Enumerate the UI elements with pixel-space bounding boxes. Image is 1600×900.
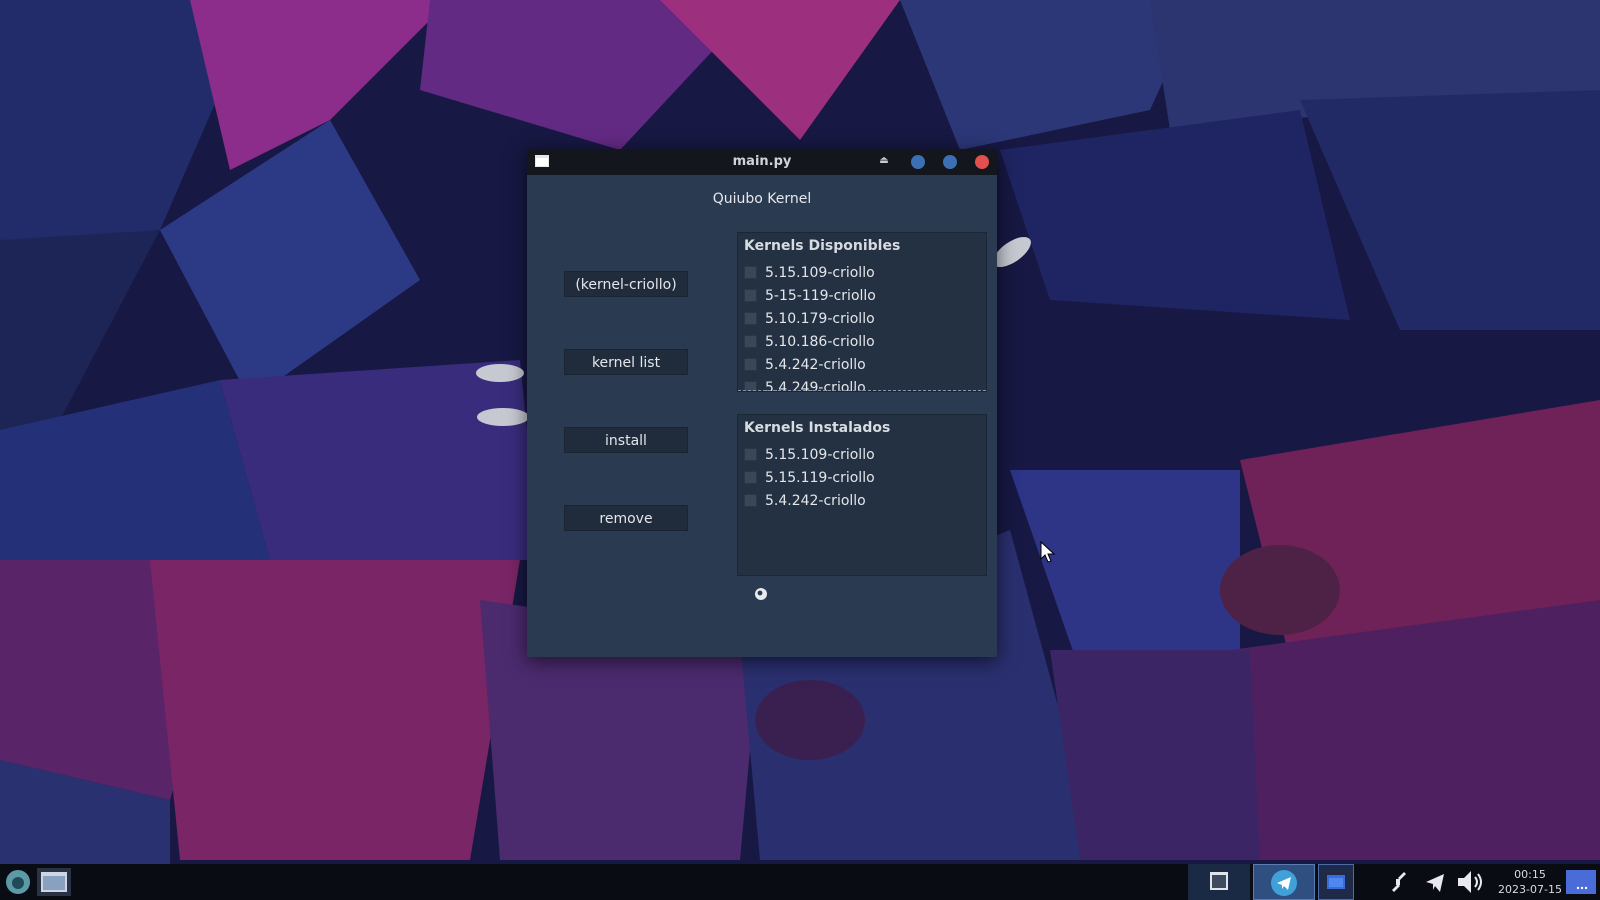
- installed-kernel-item[interactable]: 5.4.242-criollo: [744, 489, 980, 512]
- checkbox[interactable]: [744, 358, 757, 371]
- kernel-label: 5.15.119-criollo: [765, 469, 875, 486]
- checkbox[interactable]: [744, 448, 757, 461]
- available-kernel-item[interactable]: 5.4.242-criollo: [744, 353, 980, 376]
- install-button[interactable]: install: [564, 427, 688, 453]
- clock-date: 2023-07-15: [1498, 883, 1562, 896]
- kernel-label: 5.10.186-criollo: [765, 333, 875, 350]
- installed-kernels-title: Kernels Instalados: [744, 420, 891, 436]
- available-kernels-title: Kernels Disponibles: [744, 238, 901, 254]
- mouse-pointer-icon: [1040, 541, 1056, 563]
- task-terminal[interactable]: [1188, 864, 1250, 900]
- checkbox[interactable]: [744, 289, 757, 302]
- available-kernels-group: Kernels Disponibles 5.15.109-criollo 5-1…: [737, 232, 987, 392]
- telegram-icon: [1271, 870, 1297, 896]
- task-telegram[interactable]: [1253, 864, 1315, 900]
- available-kernel-item[interactable]: 5-15-119-criollo: [744, 284, 980, 307]
- kernel-label: 5.10.179-criollo: [765, 310, 875, 327]
- kernel-label: 5.15.109-criollo: [765, 446, 875, 463]
- app-heading: Quiubo Kernel: [712, 191, 812, 207]
- show-desktop-icon[interactable]: [37, 868, 71, 896]
- checkbox[interactable]: [744, 494, 757, 507]
- kernel-label: 5-15-119-criollo: [765, 287, 876, 304]
- window-icon: [1327, 875, 1345, 889]
- shade-icon[interactable]: ⏏: [878, 154, 890, 168]
- available-kernel-item[interactable]: 5.15.109-criollo: [744, 261, 980, 284]
- available-kernel-item[interactable]: 5.10.186-criollo: [744, 330, 980, 353]
- checkbox[interactable]: [744, 312, 757, 325]
- remove-button[interactable]: remove: [564, 505, 688, 531]
- network-icon[interactable]: [1388, 868, 1408, 896]
- menu-launcher-icon[interactable]: [4, 868, 32, 896]
- list-scroll-edge: [738, 390, 986, 391]
- clock-time: 00:15: [1514, 868, 1546, 881]
- volume-icon[interactable]: [1456, 868, 1486, 896]
- checkbox[interactable]: [744, 266, 757, 279]
- loading-spinner-icon: [755, 588, 767, 600]
- kernel-label: 5.15.109-criollo: [765, 264, 875, 281]
- clock[interactable]: 00:15 2023-07-15: [1496, 867, 1564, 897]
- main-window: main.py ⏏ Quiubo Kernel (kernel-criollo)…: [527, 149, 997, 657]
- telegram-tray-icon[interactable]: [1424, 868, 1446, 896]
- title-bar[interactable]: main.py ⏏: [527, 149, 997, 175]
- task-app-window[interactable]: [1318, 864, 1354, 900]
- notification-icon[interactable]: [1566, 868, 1596, 896]
- close-button[interactable]: [975, 155, 989, 169]
- minimize-button[interactable]: [911, 155, 925, 169]
- kernel-label: 5.4.242-criollo: [765, 492, 866, 509]
- window-title: main.py: [732, 154, 792, 169]
- kernel-label: 5.4.242-criollo: [765, 356, 866, 373]
- installed-kernels-group: Kernels Instalados 5.15.109-criollo 5.15…: [737, 414, 987, 576]
- taskbar: 00:15 2023-07-15: [0, 864, 1600, 900]
- maximize-button[interactable]: [943, 155, 957, 169]
- checkbox[interactable]: [744, 335, 757, 348]
- installed-kernel-item[interactable]: 5.15.119-criollo: [744, 466, 980, 489]
- kernel-list-button[interactable]: kernel list: [564, 349, 688, 375]
- kernel-criollo-button[interactable]: (kernel-criollo): [564, 271, 688, 297]
- checkbox[interactable]: [744, 471, 757, 484]
- installed-kernel-item[interactable]: 5.15.109-criollo: [744, 443, 980, 466]
- available-kernel-item[interactable]: 5.10.179-criollo: [744, 307, 980, 330]
- window-icon: [1210, 872, 1228, 890]
